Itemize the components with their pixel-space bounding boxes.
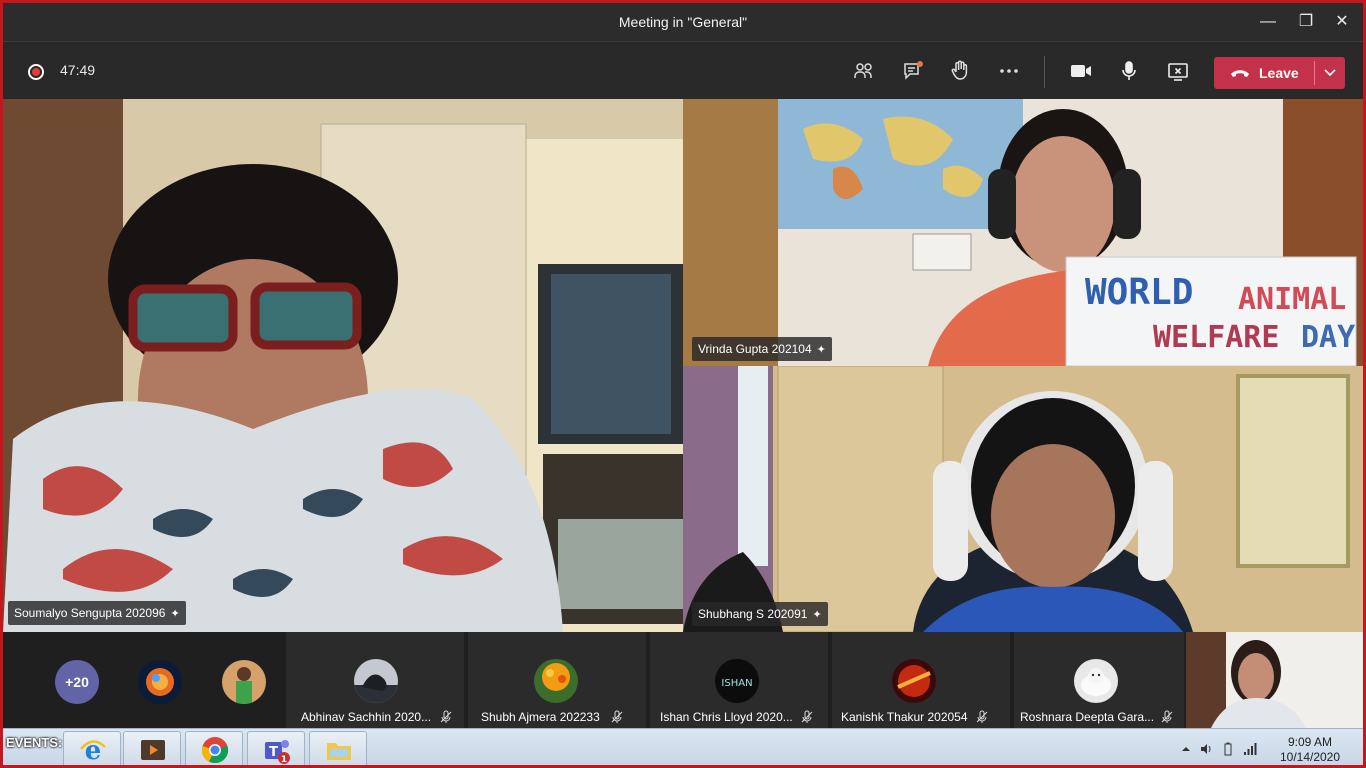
participant-avatar: ISHAN (715, 659, 759, 703)
meeting-toolbar: 47:49 Leave (3, 41, 1363, 99)
participant-avatar (892, 659, 936, 703)
participants-icon[interactable] (852, 59, 876, 83)
participant-nametag: Shubhang S 202091 ✦ (692, 602, 828, 626)
video-feed: WORLD ANIMAL WELFARE DAY (683, 99, 1363, 366)
internet-explorer-icon: e (80, 736, 106, 765)
video-feed (683, 366, 1363, 632)
taskbar-file-explorer[interactable] (309, 731, 367, 765)
window-title: Meeting in "General" (618, 14, 748, 30)
teams-meeting-window: Meeting in "General" — ❐ ✕ 47:49 Leave S… (0, 0, 1366, 768)
chevron-up-icon[interactable] (1179, 742, 1193, 756)
chrome-icon (201, 737, 229, 764)
participant-name: Soumalyo Sengupta 202096 (14, 606, 166, 620)
participant-name: Vrinda Gupta 202104 (698, 342, 812, 356)
mic-muted-icon (801, 710, 813, 723)
participant-avatar (1074, 659, 1118, 703)
sign-word-day: DAY (1301, 320, 1355, 355)
microphone-icon[interactable] (1117, 59, 1141, 83)
volume-icon[interactable] (1199, 742, 1213, 756)
avatar-text: ISHAN (721, 678, 752, 689)
participant-avatar (354, 659, 398, 703)
participant-name: Roshnara Deepta Gara... (1020, 710, 1155, 724)
participant-name: Abhinav Sachhin 2020... (301, 710, 432, 724)
pin-icon[interactable]: ✦ (812, 603, 821, 627)
participant-name: Shubh Ajmera 202233 (481, 710, 600, 724)
events-label: EVENTS: (6, 735, 63, 750)
pin-icon[interactable]: ✦ (817, 338, 826, 362)
participant-avatar (534, 659, 578, 703)
participant-strip: +20 Abhinav Sachhin 2020... Shubh Ajmera… (3, 632, 1363, 728)
participant-card[interactable]: Shubh Ajmera 202233 (468, 632, 646, 728)
clock-time[interactable]: 9:09 AM (1275, 735, 1345, 749)
svg-text:T: T (269, 745, 278, 760)
participant-name: Shubhang S 202091 (698, 607, 808, 621)
taskbar-media-player[interactable] (123, 731, 181, 765)
participant-name: Kanishk Thakur 202054 (841, 710, 968, 724)
participant-avatar[interactable] (222, 660, 266, 704)
windows-taskbar: EVENTS: e T1 9:09 AM 10/14/2020 (3, 728, 1363, 765)
hang-up-icon (1231, 70, 1249, 77)
title-bar: Meeting in "General" — ❐ ✕ (3, 3, 1363, 41)
participant-card[interactable]: ISHAN Ishan Chris Lloyd 2020... (650, 632, 828, 728)
video-feed (1186, 632, 1363, 728)
video-tile-vrinda[interactable]: WORLD ANIMAL WELFARE DAY Vrinda Gupta 20… (683, 99, 1363, 366)
maximize-button[interactable]: ❐ (1291, 7, 1321, 37)
teams-icon: T1 (265, 740, 290, 765)
pin-icon[interactable]: ✦ (170, 602, 179, 626)
meeting-timer: 47:49 (60, 62, 96, 78)
taskbar-teams[interactable]: T1 (247, 731, 305, 765)
participant-nametag: Vrinda Gupta 202104 ✦ (692, 337, 832, 361)
leave-button[interactable]: Leave (1214, 57, 1345, 89)
camera-icon[interactable] (1069, 59, 1093, 83)
mic-muted-icon (440, 710, 452, 723)
battery-icon[interactable] (1221, 742, 1235, 756)
leave-label: Leave (1259, 65, 1299, 81)
sign-word-animal: ANIMAL (1238, 282, 1346, 317)
toolbar-divider (1044, 56, 1045, 88)
system-tray: 9:09 AM 10/14/2020 (1173, 729, 1363, 765)
raise-hand-icon[interactable] (948, 59, 972, 83)
close-button[interactable]: ✕ (1327, 7, 1357, 37)
folder-icon (327, 743, 351, 760)
mic-muted-icon (976, 710, 988, 723)
participant-card[interactable]: Kanishk Thakur 202054 (832, 632, 1010, 728)
taskbar-internet-explorer[interactable]: e (63, 731, 121, 765)
sign-word-world: WORLD (1085, 272, 1193, 313)
leave-divider (1314, 61, 1315, 85)
video-tile-shubhang[interactable]: Shubhang S 202091 ✦ (683, 366, 1363, 632)
participant-name: Ishan Chris Lloyd 2020... (660, 710, 793, 724)
recording-icon (28, 64, 44, 80)
participant-nametag: Soumalyo Sengupta 202096 ✦ (8, 601, 186, 625)
more-options-icon[interactable] (997, 59, 1021, 83)
video-feed (3, 99, 683, 632)
mic-muted-icon (1161, 710, 1173, 723)
more-participants-badge[interactable]: +20 (55, 660, 99, 704)
share-screen-icon[interactable] (1166, 59, 1190, 83)
network-signal-icon[interactable] (1243, 742, 1257, 756)
minimize-button[interactable]: — (1253, 7, 1283, 37)
self-video-tile[interactable] (1186, 632, 1363, 728)
clock-date[interactable]: 10/14/2020 (1275, 750, 1345, 764)
sign-word-welfare: WELFARE (1153, 320, 1279, 355)
mic-muted-icon (611, 710, 623, 723)
participant-avatar[interactable] (138, 660, 182, 704)
participant-card[interactable]: Abhinav Sachhin 2020... (286, 632, 464, 728)
video-tile-soumalyo[interactable]: Soumalyo Sengupta 202096 ✦ (3, 99, 683, 632)
taskbar-chrome[interactable] (185, 731, 243, 765)
media-player-icon (141, 740, 165, 760)
chevron-down-icon[interactable] (1322, 64, 1338, 80)
participant-card[interactable]: Roshnara Deepta Gara... (1014, 632, 1184, 728)
teams-badge: 1 (281, 755, 287, 765)
chat-icon[interactable] (901, 59, 925, 83)
